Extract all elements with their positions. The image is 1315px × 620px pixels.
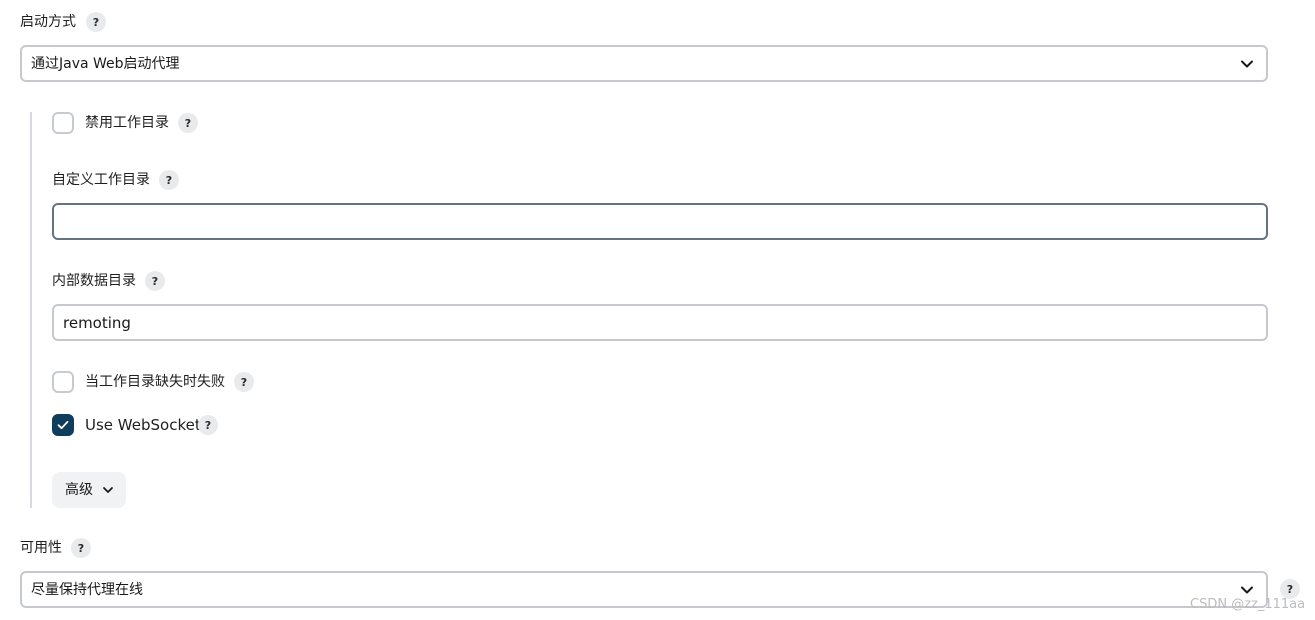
fail-if-missing-label: 当工作目录缺失时失败 (85, 374, 225, 390)
advanced-button[interactable]: 高级 (52, 472, 126, 508)
watermark: CSDN @zz_111aa (1190, 597, 1306, 612)
availability-select[interactable]: 尽量保持代理在线 (20, 571, 1268, 608)
disable-workdir-checkbox[interactable] (52, 112, 74, 134)
custom-workdir-help-icon[interactable]: ? (159, 170, 179, 190)
internal-data-dir-value: remoting (63, 314, 131, 332)
availability-value: 尽量保持代理在线 (31, 582, 143, 598)
advanced-label: 高级 (65, 482, 93, 498)
launch-method-select[interactable]: 通过Java Web启动代理 (20, 45, 1268, 82)
checkmark-icon (57, 420, 69, 430)
internal-data-dir-label: 内部数据目录 (52, 273, 136, 289)
internal-data-dir-input[interactable]: remoting (52, 304, 1268, 341)
launch-method-label: 启动方式 (20, 14, 76, 30)
availability-label: 可用性 (20, 540, 62, 556)
custom-workdir-input[interactable] (52, 203, 1268, 240)
chevron-down-icon (1241, 60, 1253, 68)
chevron-down-icon (103, 487, 113, 493)
availability-side-help-icon[interactable]: ? (1280, 579, 1300, 599)
use-websocket-checkbox[interactable] (52, 414, 74, 436)
fail-if-missing-checkbox[interactable] (52, 371, 74, 393)
chevron-down-icon (1241, 586, 1253, 594)
use-websocket-label: Use WebSocket (85, 416, 201, 434)
availability-help-icon[interactable]: ? (71, 538, 91, 558)
disable-workdir-help-icon[interactable]: ? (178, 113, 198, 133)
section-indent-line (30, 112, 32, 508)
custom-workdir-label: 自定义工作目录 (52, 172, 150, 188)
launch-method-value: 通过Java Web启动代理 (31, 56, 180, 72)
internal-data-dir-help-icon[interactable]: ? (145, 271, 165, 291)
disable-workdir-label: 禁用工作目录 (85, 115, 169, 131)
launch-method-help-icon[interactable]: ? (86, 12, 106, 32)
fail-if-missing-help-icon[interactable]: ? (234, 372, 254, 392)
use-websocket-help-icon[interactable]: ? (198, 415, 218, 435)
